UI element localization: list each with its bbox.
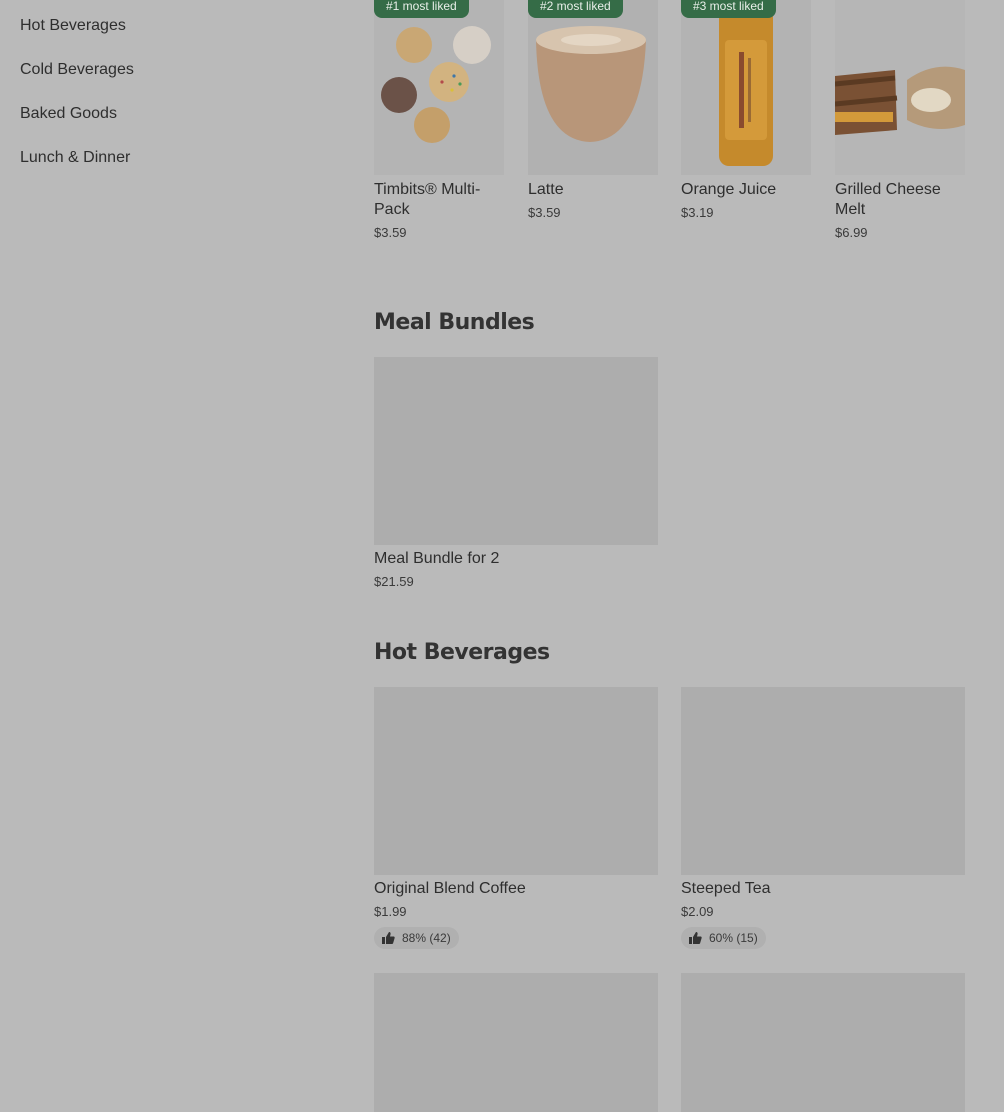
item-price: $6.99 bbox=[835, 225, 868, 240]
rating-badge: 60% (15) bbox=[681, 927, 766, 949]
item-name: Latte bbox=[528, 181, 564, 198]
orange-juice-image: #3 most liked bbox=[681, 0, 811, 175]
most-liked-carousel: #1 most liked Timbits® Multi-Pack $3.59 bbox=[374, 0, 965, 260]
item-price: $2.09 bbox=[681, 904, 714, 919]
grilled-cheese-illustration bbox=[835, 0, 965, 175]
meal-bundle-card[interactable]: Meal Bundle for 2 $21.59 bbox=[374, 357, 658, 591]
item-name: Grilled Cheese Melt bbox=[835, 181, 941, 218]
rating-badge: 88% (42) bbox=[374, 927, 459, 949]
orange-juice-illustration bbox=[681, 0, 811, 175]
grilled-cheese-image bbox=[835, 0, 965, 175]
rating-text: 88% (42) bbox=[402, 931, 451, 945]
sidebar-item-hot-beverages[interactable]: Hot Beverages bbox=[20, 12, 320, 40]
most-liked-badge: #2 most liked bbox=[528, 0, 623, 18]
hot-beverage-card-coffee[interactable]: Original Blend Coffee $1.99 88% (42) bbox=[374, 687, 658, 949]
item-image-placeholder bbox=[374, 357, 658, 545]
item-name: Original Blend Coffee bbox=[374, 880, 526, 897]
section-title-hot-beverages: Hot Beverages bbox=[374, 640, 550, 665]
menu-page: Hot Beverages Cold Beverages Baked Goods… bbox=[0, 0, 1004, 1112]
thumbs-up-icon bbox=[689, 932, 702, 944]
latte-image: #2 most liked bbox=[528, 0, 658, 175]
menu-content: #1 most liked Timbits® Multi-Pack $3.59 bbox=[374, 0, 965, 1112]
hot-beverage-card-steeped-tea[interactable]: Steeped Tea $2.09 60% (15) bbox=[681, 687, 965, 949]
section-title-meal-bundles: Meal Bundles bbox=[374, 310, 535, 335]
timbits-illustration bbox=[374, 0, 504, 175]
item-price: $3.59 bbox=[374, 225, 407, 240]
hot-beverage-card-next-1[interactable] bbox=[374, 973, 658, 1112]
most-liked-item-orange-juice[interactable]: #3 most liked Orange Juice $3.19 bbox=[681, 0, 811, 222]
item-price: $3.59 bbox=[528, 205, 561, 220]
item-image-placeholder bbox=[374, 973, 658, 1112]
item-price: $21.59 bbox=[374, 574, 414, 589]
sidebar-item-cold-beverages[interactable]: Cold Beverages bbox=[20, 56, 320, 84]
item-price: $1.99 bbox=[374, 904, 407, 919]
latte-illustration bbox=[528, 0, 658, 175]
sidebar-item-baked-goods[interactable]: Baked Goods bbox=[20, 100, 320, 128]
most-liked-item-timbits[interactable]: #1 most liked Timbits® Multi-Pack $3.59 bbox=[374, 0, 504, 242]
item-name: Meal Bundle for 2 bbox=[374, 550, 500, 567]
sidebar-item-lunch-dinner[interactable]: Lunch & Dinner bbox=[20, 144, 320, 172]
item-name: Steeped Tea bbox=[681, 880, 771, 897]
thumbs-up-icon bbox=[382, 932, 395, 944]
most-liked-badge: #3 most liked bbox=[681, 0, 776, 18]
most-liked-badge: #1 most liked bbox=[374, 0, 469, 18]
rating-text: 60% (15) bbox=[709, 931, 758, 945]
item-image-placeholder bbox=[374, 687, 658, 875]
item-image-placeholder bbox=[681, 973, 965, 1112]
item-name: Orange Juice bbox=[681, 181, 777, 198]
most-liked-item-latte[interactable]: #2 most liked Latte $3.59 bbox=[528, 0, 658, 222]
item-image-placeholder bbox=[681, 687, 965, 875]
most-liked-item-grilled-cheese[interactable]: Grilled Cheese Melt $6.99 bbox=[835, 0, 965, 242]
item-name: Timbits® Multi-Pack bbox=[374, 181, 481, 218]
item-price: $3.19 bbox=[681, 205, 714, 220]
category-sidebar: Hot Beverages Cold Beverages Baked Goods… bbox=[20, 12, 320, 188]
hot-beverage-card-next-2[interactable] bbox=[681, 973, 965, 1112]
timbits-image: #1 most liked bbox=[374, 0, 504, 175]
